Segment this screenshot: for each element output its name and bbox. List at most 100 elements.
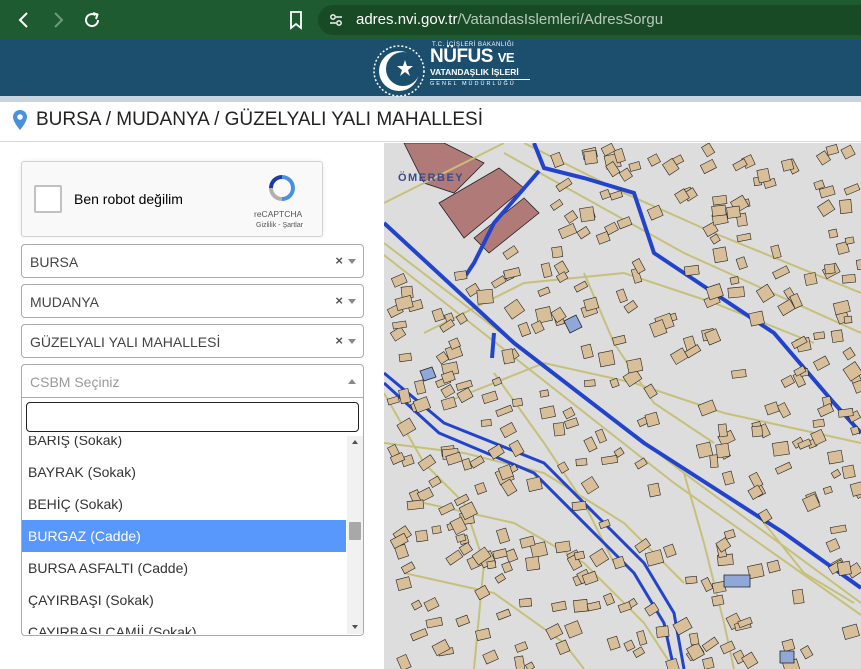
dropdown-scrollbar[interactable] bbox=[347, 436, 363, 634]
water-building bbox=[723, 574, 751, 588]
building bbox=[550, 151, 565, 168]
building bbox=[580, 476, 600, 495]
building bbox=[726, 205, 741, 219]
map-canvas[interactable] bbox=[384, 143, 861, 669]
building bbox=[825, 143, 840, 156]
building bbox=[824, 263, 836, 275]
building bbox=[389, 326, 407, 342]
list-item[interactable]: ÇAYIRBAŞI CAMİİ (Sokak) bbox=[22, 616, 346, 634]
site-settings-icon[interactable] bbox=[328, 12, 344, 28]
building bbox=[772, 265, 790, 280]
list-item[interactable]: ÇAYIRBAŞI (Sokak) bbox=[22, 584, 346, 616]
building bbox=[482, 649, 499, 665]
building bbox=[539, 389, 550, 398]
building bbox=[780, 374, 796, 388]
csbm-select[interactable]: CSBM Seçiniz bbox=[21, 364, 364, 398]
list-item[interactable]: BAYRAK (Sokak) bbox=[22, 456, 346, 488]
logo-title: NÜFUS VE bbox=[430, 47, 530, 67]
building bbox=[617, 601, 632, 614]
building bbox=[685, 575, 698, 585]
building bbox=[715, 442, 731, 459]
building bbox=[731, 369, 747, 379]
chevron-down-icon bbox=[348, 339, 356, 344]
building bbox=[817, 402, 835, 418]
building bbox=[410, 599, 423, 611]
building bbox=[709, 454, 719, 468]
building bbox=[741, 651, 759, 669]
building bbox=[496, 608, 512, 621]
building bbox=[825, 538, 841, 553]
list-item[interactable]: BARIŞ (Sokak) bbox=[22, 436, 346, 456]
building bbox=[390, 273, 408, 288]
building bbox=[562, 406, 576, 420]
building bbox=[712, 246, 728, 264]
building bbox=[647, 153, 661, 167]
province-select[interactable]: BURSA × bbox=[21, 244, 364, 278]
building bbox=[455, 312, 468, 325]
building bbox=[491, 376, 503, 387]
reload-icon bbox=[85, 12, 100, 28]
back-button[interactable] bbox=[12, 8, 36, 32]
scroll-down-icon[interactable] bbox=[352, 625, 358, 629]
chevron-down-icon bbox=[348, 299, 356, 304]
recaptcha-brand: reCAPTCHA bbox=[254, 209, 303, 219]
building bbox=[663, 543, 677, 558]
building bbox=[839, 199, 853, 214]
building bbox=[454, 270, 468, 281]
building bbox=[495, 404, 514, 417]
list-item-highlighted[interactable]: BURGAZ (Cadde) bbox=[22, 520, 346, 552]
building bbox=[623, 299, 638, 314]
building bbox=[469, 455, 485, 469]
chevron-down-icon bbox=[348, 259, 356, 264]
building bbox=[583, 436, 598, 453]
building bbox=[571, 500, 587, 512]
building bbox=[623, 639, 636, 652]
building bbox=[461, 457, 473, 471]
building bbox=[415, 529, 429, 543]
url-domain: adres.nvi.gov.tr bbox=[356, 11, 458, 28]
building bbox=[526, 476, 543, 492]
building bbox=[603, 592, 615, 606]
bookmark-button[interactable] bbox=[284, 8, 308, 32]
clear-neighborhood-icon[interactable]: × bbox=[335, 333, 343, 348]
clear-province-icon[interactable]: × bbox=[335, 253, 343, 268]
water-building bbox=[779, 650, 795, 664]
recaptcha-privacy-links[interactable]: Gizlilik - Şartlar bbox=[256, 222, 303, 229]
building bbox=[406, 499, 425, 511]
csbm-search-input[interactable] bbox=[26, 402, 359, 432]
forward-button[interactable] bbox=[46, 8, 70, 32]
building bbox=[414, 379, 427, 395]
scrollbar-thumb[interactable] bbox=[349, 522, 361, 540]
clear-district-icon[interactable]: × bbox=[335, 293, 343, 308]
building bbox=[395, 576, 412, 592]
star-crescent-emblem-icon bbox=[373, 45, 425, 97]
address-bar[interactable]: adres.nvi.gov.tr/VatandasIslemleri/Adres… bbox=[318, 5, 861, 35]
reload-button[interactable] bbox=[80, 8, 104, 32]
csbm-option-list[interactable]: BARIŞ (Sokak) BAYRAK (Sokak) BEHİÇ (Soka… bbox=[22, 436, 346, 634]
address-query-panel: Ben robot değilim reCAPTCHA Gizlilik - Ş… bbox=[0, 143, 384, 669]
building bbox=[774, 461, 793, 475]
nvi-logo[interactable]: T.C. İÇİŞLERİ BAKANLIĞI NÜFUS VE VATANDA… bbox=[372, 42, 542, 98]
neighborhood-select[interactable]: GÜZELYALI YALI MAHALLESİ × bbox=[21, 324, 364, 358]
building bbox=[600, 455, 619, 466]
building bbox=[644, 602, 660, 617]
district-select[interactable]: MUDANYA × bbox=[21, 284, 364, 318]
arrow-right-icon bbox=[54, 12, 64, 28]
arrow-left-icon bbox=[18, 12, 28, 28]
list-item[interactable]: BEHİÇ (Sokak) bbox=[22, 488, 346, 520]
building bbox=[756, 167, 771, 184]
address-map[interactable]: ÖMERBEY bbox=[384, 143, 861, 669]
building bbox=[573, 280, 589, 293]
logo-directorate: GENEL MÜDÜRLÜĞÜ bbox=[430, 79, 530, 87]
building bbox=[580, 343, 594, 360]
building bbox=[626, 358, 644, 374]
recaptcha-checkbox[interactable] bbox=[34, 185, 62, 213]
building bbox=[701, 636, 720, 653]
scroll-up-icon[interactable] bbox=[352, 440, 358, 444]
building bbox=[721, 470, 735, 486]
building bbox=[492, 548, 508, 560]
building bbox=[757, 508, 773, 524]
building bbox=[564, 417, 579, 430]
building bbox=[732, 158, 748, 172]
list-item[interactable]: BURSA ASFALTI (Cadde) bbox=[22, 552, 346, 584]
